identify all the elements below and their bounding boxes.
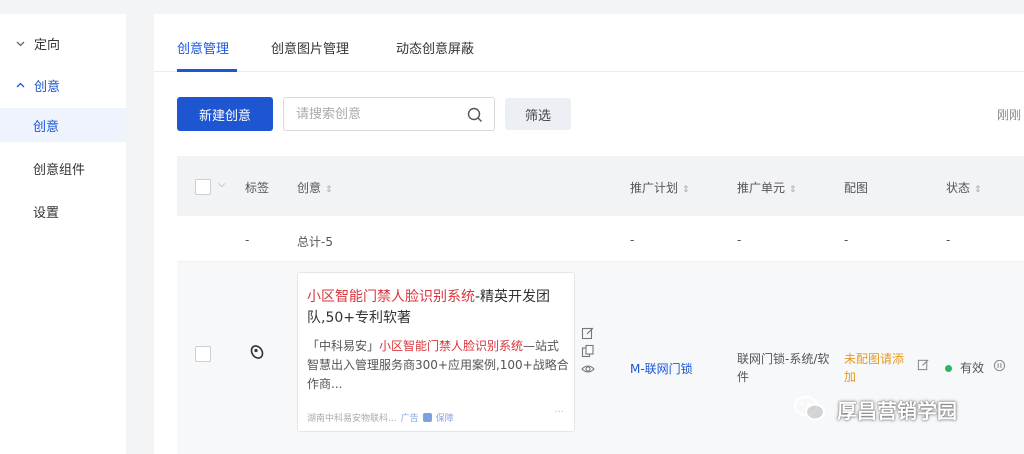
row-plan-link[interactable]: M-联网门锁	[630, 360, 693, 377]
sidebar-group-label: 创意	[34, 80, 61, 95]
pause-icon[interactable]	[993, 359, 1006, 372]
total-cell-image: -	[844, 233, 849, 247]
column-header-image: 配图	[844, 181, 869, 195]
sidebar-item-label: 设置	[33, 205, 60, 221]
main-panel: 创意管理 创意图片管理 动态创意屏蔽 新建创意 筛选 刚刚 ⌵ 标签 创意⇕ 推…	[154, 14, 1024, 454]
column-header-plan[interactable]: 推广计划 ⇕	[630, 179, 690, 196]
more-icon[interactable]: ···	[554, 407, 564, 418]
sort-icon: ⇕	[974, 185, 982, 195]
column-header-label: 创意	[297, 181, 322, 195]
refresh-time-text: 刚刚	[997, 108, 1022, 122]
creative-preview-card[interactable]: 小区智能门禁人脸识别系统-精英开发团队,50+专利软著 「中科易安」小区智能门禁…	[297, 272, 575, 432]
chevron-up-icon	[14, 80, 26, 92]
tab-creative-image-management[interactable]: 创意图片管理	[271, 38, 349, 57]
tab-dynamic-creative-blocking[interactable]: 动态创意屏蔽	[396, 38, 474, 57]
creative-footer: 湖南中科易安物联科... 广告 保障	[307, 411, 454, 424]
add-image-link[interactable]: 未配图请添加	[844, 350, 914, 386]
search-input[interactable]	[296, 106, 466, 122]
row-checkbox[interactable]	[195, 346, 211, 362]
creative-title: 小区智能门禁人脸识别系统-精英开发团队,50+专利软著	[307, 287, 567, 329]
sort-icon: ⇕	[682, 185, 690, 195]
select-all-checkbox[interactable]	[195, 179, 211, 195]
guarantee-badge: 保障	[435, 414, 454, 424]
eye-icon[interactable]	[581, 362, 595, 376]
row-unit: 联网门锁-系统/软件	[737, 352, 830, 384]
advertiser-name: 湖南中科易安物联科...	[307, 414, 397, 424]
copy-icon[interactable]	[581, 344, 595, 358]
sidebar-item-creative[interactable]: 创意	[0, 108, 126, 142]
column-header-status[interactable]: 状态 ⇕	[946, 179, 982, 196]
column-header-label: 状态	[946, 181, 971, 195]
tab-creative-management[interactable]: 创意管理	[177, 38, 229, 57]
chevron-down-icon[interactable]: ⌵	[218, 179, 226, 190]
new-creative-button[interactable]: 新建创意	[177, 97, 273, 131]
column-header-unit[interactable]: 推广单元 ⇕	[737, 179, 797, 196]
watermark: 厚昌营销学园	[793, 394, 957, 424]
edit-icon[interactable]	[917, 358, 930, 371]
sort-icon: ⇕	[325, 185, 333, 195]
sidebar: 定向 创意 创意 创意组件 设置	[0, 14, 126, 454]
total-cell-plan: -	[630, 233, 635, 247]
shield-icon	[422, 413, 432, 422]
sidebar-group-label: 定向	[34, 38, 61, 53]
table-total-row: - 总计-5 - - - -	[177, 216, 1024, 262]
creative-tools	[581, 326, 597, 380]
creative-desc-highlight: 小区智能门禁人脸识别系统	[379, 339, 524, 353]
chevron-down-icon	[14, 38, 26, 50]
sidebar-group-creative[interactable]: 创意	[14, 76, 60, 95]
creative-desc-prefix: 「中科易安」	[307, 339, 380, 353]
total-cell-status: -	[946, 233, 951, 247]
total-cell-unit: -	[737, 233, 742, 247]
search-box	[283, 97, 495, 131]
sidebar-item-label: 创意	[33, 119, 60, 135]
sidebar-item-settings[interactable]: 设置	[0, 194, 126, 228]
status-dot	[945, 365, 952, 372]
active-tab-indicator	[177, 69, 237, 72]
column-header-label: 推广计划	[630, 181, 679, 195]
watermark-text: 厚昌营销学园	[837, 398, 957, 423]
creative-title-highlight: 小区智能门禁人脸识别系统	[307, 289, 475, 305]
column-header-tag: 标签	[245, 181, 270, 195]
edit-icon[interactable]	[581, 326, 595, 340]
search-icon[interactable]	[466, 106, 484, 124]
table-header: ⌵ 标签 创意 ⇕ 推广计划 ⇕ 推广单元 ⇕ 配图 状态 ⇕	[177, 156, 1024, 216]
total-cell-creative: 总计-5	[297, 235, 333, 249]
wechat-icon	[793, 395, 826, 421]
creative-description: 「中科易安」小区智能门禁人脸识别系统—站式智慧出入管理服务商300+应用案例,1…	[307, 337, 571, 394]
status-label: 有效	[960, 361, 985, 375]
total-cell-tag: -	[245, 233, 250, 247]
row-status: 有效	[945, 359, 984, 376]
ad-label: 广告	[400, 414, 419, 424]
sort-icon: ⇕	[789, 185, 797, 195]
table-row: 小区智能门禁人脸识别系统-精英开发团队,50+专利软著 「中科易安」小区智能门禁…	[177, 262, 1024, 454]
column-header-label: 推广单元	[737, 181, 786, 195]
tab-bar: 创意管理 创意图片管理 动态创意屏蔽	[154, 14, 1024, 72]
sidebar-item-creative-components[interactable]: 创意组件	[0, 151, 126, 185]
column-header-creative[interactable]: 创意 ⇕	[297, 179, 333, 196]
sidebar-item-label: 创意组件	[33, 162, 86, 178]
location-tag-icon[interactable]	[247, 342, 267, 362]
filter-button[interactable]: 筛选	[505, 98, 571, 130]
sidebar-group-targeting[interactable]: 定向	[14, 34, 60, 53]
